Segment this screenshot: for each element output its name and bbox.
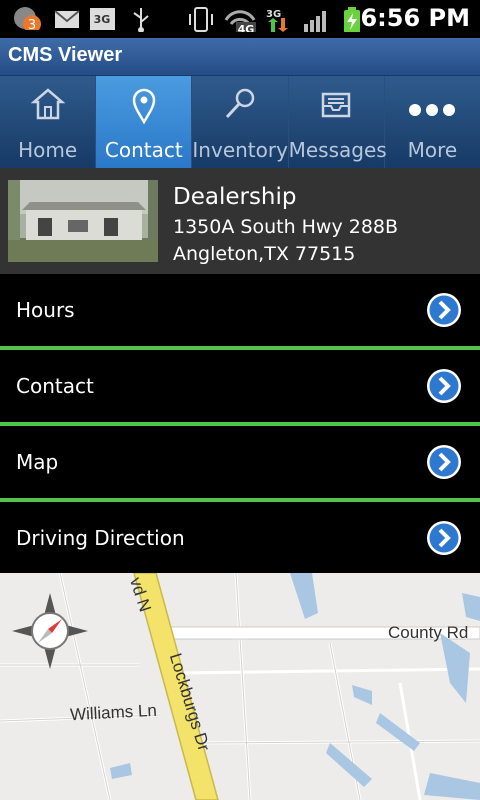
svg-text:4G: 4G bbox=[238, 23, 255, 32]
tab-more-label: More bbox=[407, 138, 458, 162]
tab-more[interactable]: More bbox=[385, 76, 480, 168]
notification-badge-icon: 3 bbox=[14, 7, 41, 30]
status-bar: 3 3G 4G 3G 6:56 PM bbox=[0, 0, 480, 38]
tab-home-label: Home bbox=[18, 138, 78, 162]
location-pin-icon bbox=[132, 88, 156, 125]
menu-row-label: Map bbox=[16, 450, 59, 474]
chevron-right-icon[interactable] bbox=[426, 444, 462, 480]
tab-inventory[interactable]: Inventory bbox=[192, 76, 289, 168]
map-road-label: County Rd bbox=[388, 623, 469, 642]
clock: 6:56 PM bbox=[360, 4, 470, 32]
search-icon bbox=[225, 88, 255, 119]
dealership-name: Dealership bbox=[173, 184, 297, 210]
tab-messages[interactable]: Messages bbox=[288, 76, 387, 168]
chevron-right-icon[interactable] bbox=[426, 292, 462, 328]
more-dots-icon bbox=[409, 104, 456, 116]
dealership-address-line1: 1350A South Hwy 288B bbox=[173, 216, 399, 238]
dealership-address-line2: Angleton,TX 77515 bbox=[173, 243, 356, 265]
menu-row-label: Driving Direction bbox=[16, 526, 185, 550]
network-3g-icon: 3G bbox=[90, 8, 115, 30]
wifi-4g-icon: 4G bbox=[224, 10, 256, 32]
svg-text:3G: 3G bbox=[94, 13, 111, 26]
tab-home[interactable]: Home bbox=[0, 76, 97, 168]
map-view[interactable]: vd N Lockburgs Dr County Rd Williams Ln bbox=[0, 573, 480, 800]
chevron-right-icon[interactable] bbox=[426, 520, 462, 556]
tab-messages-label: Messages bbox=[288, 138, 387, 162]
menu-row-map[interactable]: Map bbox=[0, 426, 480, 498]
compass-icon[interactable] bbox=[12, 593, 88, 669]
menu-row-hours[interactable]: Hours bbox=[0, 274, 480, 346]
tab-bar: Home Contact Inventory Messages More bbox=[0, 76, 480, 168]
tab-contact[interactable]: Contact bbox=[96, 76, 193, 168]
tab-contact-label: Contact bbox=[104, 138, 183, 162]
menu-row-label: Contact bbox=[16, 374, 94, 398]
dealership-card[interactable]: Dealership 1350A South Hwy 288B Angleton… bbox=[0, 168, 480, 274]
app-title-bar: CMS Viewer bbox=[0, 38, 480, 76]
home-icon bbox=[30, 88, 65, 120]
battery-charging-icon bbox=[344, 7, 360, 32]
svg-text:3G: 3G bbox=[266, 9, 281, 20]
usb-icon bbox=[133, 8, 149, 32]
mail-icon bbox=[54, 10, 80, 28]
svg-text:3: 3 bbox=[28, 18, 36, 30]
chevron-right-icon[interactable] bbox=[426, 368, 462, 404]
data-3g-icon: 3G bbox=[266, 9, 288, 32]
signal-strength-icon bbox=[304, 11, 326, 32]
vibrate-icon bbox=[189, 7, 213, 32]
dealership-photo bbox=[8, 180, 158, 262]
menu-row-label: Hours bbox=[16, 298, 75, 322]
menu-row-driving-direction[interactable]: Driving Direction bbox=[0, 502, 480, 574]
menu-row-contact[interactable]: Contact bbox=[0, 350, 480, 422]
tab-inventory-label: Inventory bbox=[192, 138, 288, 162]
inbox-icon bbox=[321, 92, 351, 118]
app-title: CMS Viewer bbox=[8, 44, 123, 66]
